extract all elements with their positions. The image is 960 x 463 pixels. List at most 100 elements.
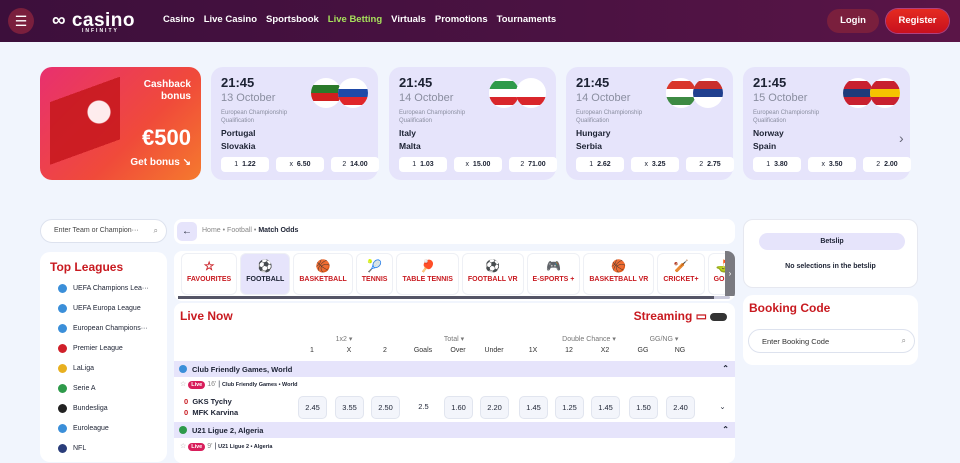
league-item[interactable]: Premier League [50,338,157,358]
odds-button[interactable]: x 3.50 [808,157,856,172]
search-icon[interactable]: ⌕ [154,226,158,236]
sport-tab[interactable]: 🏀 BASKETBALL [293,253,353,295]
odds-button[interactable]: 2.50 [371,396,400,419]
sport-tab-label: E-SPORTS + [532,276,575,283]
nav-live-casino[interactable]: Live Casino [204,14,257,25]
logo[interactable]: ∞ casino INFINITY [52,10,135,34]
odds-label: x [289,161,293,168]
odds-button[interactable]: 1.45 [519,396,548,419]
sport-tab[interactable]: ☆ FAVOURITES [181,253,238,295]
odds-button[interactable]: 2 2.00 [863,157,911,172]
market-dropdown[interactable]: GG/NG ▾ [634,335,694,343]
featured-match-card[interactable]: 21:45 13 October European Championship Q… [211,67,379,180]
get-bonus-link[interactable]: Get bonus ↘ [130,157,191,168]
sport-tab[interactable]: ⚽ FOOTBALL VR [461,253,524,295]
league-flag-icon [58,283,67,293]
league-item[interactable]: Serie A [50,378,157,398]
league-item[interactable]: LaLiga [50,358,157,378]
betslip-tab[interactable]: Betslip [759,233,905,250]
market-dropdown[interactable]: 1x2 ▾ [314,335,374,343]
sport-tab-label: FOOTBALL VR [467,276,518,283]
top-leagues-title: Top Leagues [50,260,124,274]
tabs-scrollbar[interactable] [178,296,730,299]
odds-value: 2.62 [597,161,611,168]
league-item[interactable]: Bundesliga [50,398,157,418]
odds-button[interactable]: 1.60 [444,396,473,419]
sport-tab[interactable]: 🏀 BASKETBALL VR [583,253,655,295]
booking-code-input[interactable]: Enter Booking Code ⌕ [748,329,915,353]
nav-sportsbook[interactable]: Sportsbook [266,14,319,25]
nav-virtuals[interactable]: Virtuals [391,14,426,25]
odds-button[interactable]: 1 2.62 [576,157,624,172]
odds-button[interactable]: 1.25 [555,396,584,419]
nav-promotions[interactable]: Promotions [435,14,488,25]
breadcrumb-home[interactable]: Home [202,227,221,234]
register-button[interactable]: Register [886,9,949,33]
sport-tab[interactable]: 🎾 TENNIS [355,253,394,295]
odds-button[interactable]: 2.40 [666,396,695,419]
league-item[interactable]: Euroleague [50,418,157,438]
login-button[interactable]: Login [827,9,879,33]
league-name: Bundesliga [73,404,108,412]
nav-tournaments[interactable]: Tournaments [497,14,556,25]
team-search-input[interactable]: Enter Team or Champion··· ⌕ [40,219,167,243]
tabs-scroll-right-icon[interactable]: › [725,251,735,296]
back-arrow-icon[interactable]: ← [177,222,197,241]
sport-tab-label: CRICKET+ [663,276,699,283]
column-header: Over [450,347,466,354]
league-item[interactable]: UEFA Europa League [50,298,157,318]
odds-button[interactable]: x 6.50 [276,157,324,172]
featured-match-card[interactable]: 21:45 14 October European Championship Q… [389,67,557,180]
odds-button[interactable]: 2 2.75 [686,157,734,172]
chevron-down-icon[interactable]: ⌄ [708,396,737,418]
sport-tab[interactable]: 🎮 E-SPORTS + [526,253,581,295]
sport-tab-label: FOOTBALL [246,276,285,283]
odds-button[interactable]: 1 1.22 [221,157,269,172]
league-name: UEFA Europa League [73,304,141,312]
chevron-right-icon[interactable]: › [899,130,904,146]
chevron-up-icon[interactable]: ⌃ [722,364,729,373]
nav-live-betting[interactable]: Live Betting [328,14,382,25]
odds-button[interactable]: 3.55 [335,396,364,419]
odds-button[interactable]: 1.45 [591,396,620,419]
odds-button[interactable]: x 3.25 [631,157,679,172]
star-icon[interactable]: ☆ [180,443,186,450]
odds-value: 15.00 [472,161,491,168]
odds-button[interactable]: 2 71.00 [509,157,557,172]
featured-match-card[interactable]: 21:45 15 October European Championship Q… [743,67,911,180]
sport-tab[interactable]: 🏓 TABLE TENNIS [396,253,459,295]
league-item[interactable]: UEFA Champions Lea··· [50,278,157,298]
toggle-switch[interactable] [710,312,727,321]
odds-button[interactable]: 1.50 [629,396,658,419]
menu-icon[interactable]: ☰ [8,8,34,34]
streaming-toggle[interactable]: Streaming ▭ [634,309,727,323]
league-flag-icon [58,363,67,373]
league-group-header[interactable]: Club Friendly Games, World ⌃ [174,361,735,377]
market-dropdown[interactable]: Total ▾ [424,335,484,343]
star-icon[interactable]: ☆ [180,381,186,388]
cashback-promo-banner[interactable]: Cashback bonus €500 Get bonus ↘ [40,67,201,180]
sports-tabs: ☆ FAVOURITES ⚽ FOOTBALL 🏀 BASKETBALL 🎾 TENNIS 🏓 T… [174,251,735,301]
odds-button[interactable]: 1 3.80 [753,157,801,172]
odds-button[interactable]: 2.45 [298,396,327,419]
team-flag-icon [489,78,519,108]
league-group-header[interactable]: U21 Ligue 2, Algeria ⌃ [174,422,735,438]
chevron-up-icon[interactable]: ⌃ [722,425,729,434]
odds-button[interactable]: 2 14.00 [331,157,379,172]
league-item[interactable]: NFL [50,438,157,458]
sport-tab[interactable]: 🏏 CRICKET+ [657,253,705,295]
market-dropdown[interactable]: Double Chance ▾ [559,335,619,343]
featured-match-card[interactable]: 21:45 14 October European Championship Q… [566,67,734,180]
sport-tab[interactable]: ⚽ FOOTBALL [240,253,291,295]
breadcrumb-football[interactable]: Football [227,227,252,234]
odds-button[interactable]: x 15.00 [454,157,502,172]
odds-button[interactable]: 1 1.03 [399,157,447,172]
streaming-label: Streaming [633,309,693,323]
league-flag-icon [58,323,67,333]
search-icon[interactable]: ⌕ [902,336,906,346]
nav-casino[interactable]: Casino [163,14,195,25]
league-item[interactable]: European Champions··· [50,318,157,338]
column-header: 2 [383,347,387,354]
odds-button[interactable]: 2.20 [480,396,509,419]
odds-label: 2 [342,161,347,168]
